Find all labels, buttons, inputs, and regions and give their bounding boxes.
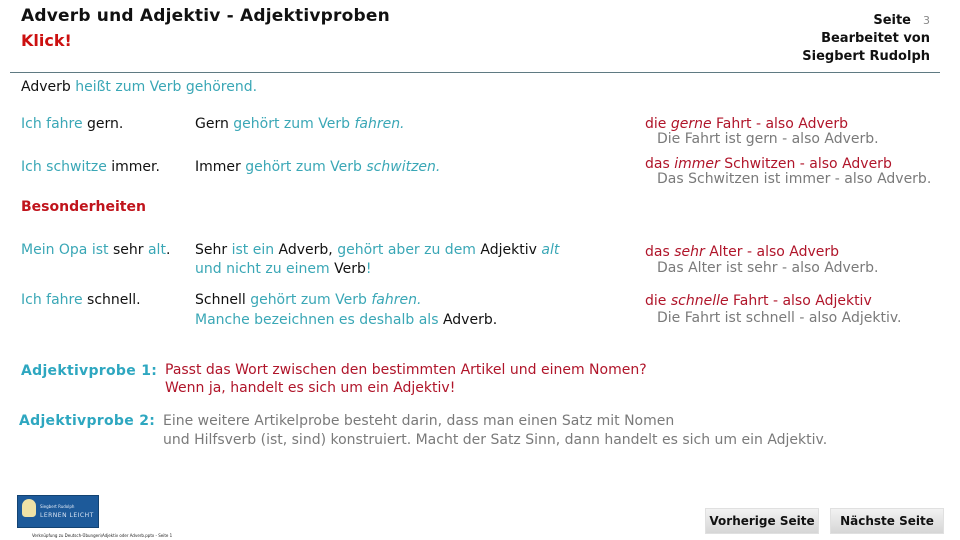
probe-1-line1: Passt das Wort zwischen den bestimmten A…: [165, 362, 647, 378]
special-noun-phrase: die schnelle Fahrt - also Adjektiv: [645, 293, 872, 310]
text-run: Adverb,: [278, 242, 338, 258]
special-sentence: Mein Opa ist sehr alt.: [21, 242, 170, 259]
text-run: gehört aber zu dem: [337, 242, 481, 258]
text-run: alt: [147, 242, 166, 258]
probe-2-label: Adjektivprobe 2:: [19, 413, 156, 429]
text-run: Fahrt - also Adverb: [711, 116, 848, 132]
probe-2-line1: Eine weitere Artikelprobe besteht darin,…: [163, 413, 675, 429]
special-explanation: Schnell gehört zum Verb fahren.: [195, 292, 421, 309]
example-check: Die Fahrt ist gern - also Adverb.: [657, 131, 879, 147]
text-run: gehört zum Verb: [233, 116, 355, 132]
page-number: 3: [923, 14, 930, 27]
text-run: schnelle: [670, 293, 729, 309]
logo-line1: Siegbert Rudolph: [40, 504, 75, 509]
text-run: Adjektiv: [480, 242, 542, 258]
edited-by: Bearbeitet von: [821, 31, 930, 46]
text-run: Fahrt - also Adjektiv: [728, 293, 872, 309]
text-run: gehört zum Verb: [250, 292, 372, 308]
klick-link[interactable]: Klick!: [21, 31, 72, 50]
special-check: Das Alter ist sehr - also Adverb.: [657, 260, 879, 276]
probe-2-line2: und Hilfsverb (ist, sind) konstruiert. M…: [163, 432, 828, 448]
text-run: Adverb.: [442, 312, 498, 328]
special-noun-phrase: das sehr Alter - also Adverb: [645, 244, 839, 261]
text-run: fahren.: [354, 116, 405, 132]
special-explanation: Sehr ist ein Adverb, gehört aber zu dem …: [195, 242, 559, 259]
example-sentence: Ich schwitze immer.: [21, 159, 160, 176]
text-run: das: [645, 244, 675, 260]
text-run: Ich schwitze: [21, 159, 112, 175]
special-sentence: Ich fahre schnell.: [21, 292, 141, 309]
text-run: ist ein: [231, 242, 279, 258]
page-title: Adverb und Adjektiv - Adjektivproben: [21, 6, 390, 26]
header-divider: [10, 72, 940, 73]
lightbulb-icon: [22, 499, 36, 517]
probe-1-label: Adjektivprobe 1:: [21, 363, 158, 379]
previous-page-button[interactable]: Vorherige Seite: [705, 508, 819, 534]
example-explanation: Gern gehört zum Verb fahren.: [195, 116, 405, 133]
example-check: Das Schwitzen ist immer - also Adverb.: [657, 171, 932, 187]
text-run: Ich fahre: [21, 116, 88, 132]
author: Siegbert Rudolph: [802, 49, 930, 64]
text-run: Gern: [195, 116, 234, 132]
text-run: gern.: [87, 116, 124, 132]
probe-1-line2: Wenn ja, handelt es sich um ein Adjektiv…: [165, 380, 456, 396]
page-label: Seite: [873, 13, 911, 28]
text-run: die: [645, 293, 671, 309]
text-run: und nicht zu einem: [195, 261, 335, 277]
text-run: fahren.: [371, 292, 422, 308]
text-run: gehört zum Verb: [245, 159, 367, 175]
example-explanation: Immer gehört zum Verb schwitzen.: [195, 159, 440, 176]
special-check: Die Fahrt ist schnell - also Adjektiv.: [657, 310, 902, 326]
special-explanation-line2: Manche bezeichnen es deshalb als Adverb.: [195, 312, 497, 329]
text-run: sehr: [112, 242, 148, 258]
intro-definition: heißt zum Verb gehörend.: [70, 79, 258, 95]
text-run: schnell.: [87, 292, 141, 308]
text-run: Verb: [334, 261, 366, 277]
page-meta: Seite 3 Bearbeitet von Siegbert Rudolph: [802, 12, 930, 66]
text-run: .: [165, 242, 171, 258]
intro-text: Adverb heißt zum Verb gehörend.: [21, 79, 257, 96]
text-run: Schwitzen - also Adverb: [719, 156, 892, 172]
example-sentence: Ich fahre gern.: [21, 116, 123, 133]
text-run: schwitzen.: [366, 159, 441, 175]
text-run: immer: [674, 156, 720, 172]
special-explanation-line2: und nicht zu einem Verb!: [195, 261, 371, 278]
logo: Siegbert Rudolph LERNEN LEICHT: [17, 495, 99, 528]
next-page-button[interactable]: Nächste Seite: [830, 508, 944, 534]
text-run: Immer: [195, 159, 246, 175]
text-run: sehr: [674, 244, 705, 260]
logo-line2: LERNEN LEICHT: [40, 512, 94, 519]
text-run: gerne: [670, 116, 712, 132]
text-run: !: [365, 261, 372, 277]
text-run: die: [645, 116, 671, 132]
text-run: das: [645, 156, 675, 172]
text-run: Ich fahre: [21, 292, 88, 308]
special-heading: Besonderheiten: [21, 199, 146, 215]
text-run: Sehr: [195, 242, 232, 258]
text-run: Schnell: [195, 292, 251, 308]
text-run: Mein Opa ist: [21, 242, 113, 258]
intro-term: Adverb: [21, 79, 71, 95]
text-run: Alter - also Adverb: [704, 244, 840, 260]
footer-link[interactable]: Verknüpfung zu Deutsch-Übungen\Adjektiv …: [32, 533, 172, 538]
text-run: Manche bezeichnen es deshalb als: [195, 312, 443, 328]
text-run: alt: [541, 242, 560, 258]
text-run: immer.: [111, 159, 160, 175]
